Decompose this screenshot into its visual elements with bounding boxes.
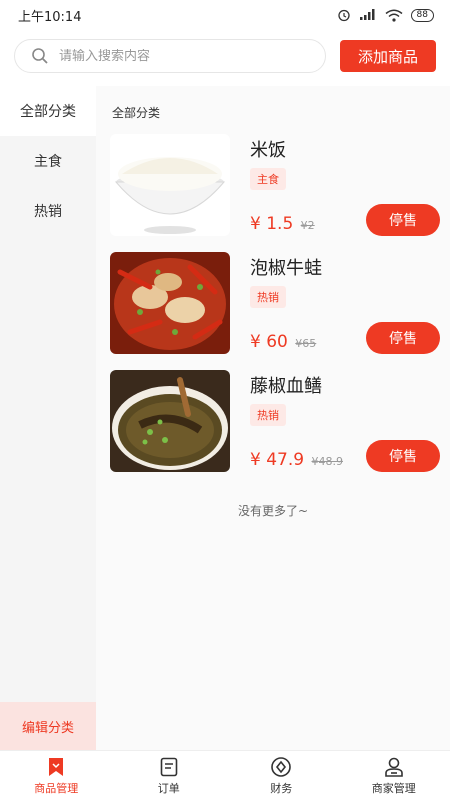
product-tag: 热销 [250,286,286,308]
price-current: ¥ 1.5 [250,214,294,234]
sidebar-item-label: 主食 [34,154,62,170]
tab-product-management[interactable]: 商品管理 [0,751,113,800]
tab-label: 订单 [157,781,180,795]
product-price: ¥ 1.5 ¥2 [250,214,315,234]
stop-sale-button[interactable]: 停售 [366,440,440,472]
battery-icon: 88 [410,8,434,22]
tab-label: 商家管理 [371,781,416,795]
header: 添加商品 [0,30,450,82]
price-original: ¥2 [300,219,315,232]
product-name: 藤椒血鳝 [250,376,322,397]
product-tag: 热销 [250,404,286,426]
price-current: ¥ 47.9 [250,450,305,470]
sidebar-item-label: 全部分类 [20,104,76,120]
bottom-tab-bar: 商品管理 订单 财务 商家管理 [0,750,450,800]
product-name: 泡椒牛蛙 [250,258,322,279]
list-end-note: 没有更多了~ [237,504,309,518]
add-product-button[interactable]: 添加商品 [340,40,436,72]
tab-label: 商品管理 [34,781,79,795]
status-bar: 上午10:14 88 [0,0,450,30]
status-icons: 88 [337,8,434,22]
search-icon [32,48,48,64]
product-name: 米饭 [250,140,286,161]
tab-merchant-management[interactable]: 商家管理 [338,751,450,800]
alarm-icon [337,9,350,22]
product-item[interactable]: 米饭 主食 ¥ 1.5 ¥2 停售 [110,134,440,238]
price-current: ¥ 60 [250,332,288,352]
product-image-rice [110,134,230,236]
product-tag: 主食 [250,168,286,190]
search-input[interactable] [59,48,279,64]
sidebar-item-all[interactable]: 全部分类 [0,86,96,136]
product-image-eel [110,370,230,472]
stop-sale-button[interactable]: 停售 [366,204,440,236]
stop-sale-button[interactable]: 停售 [366,322,440,354]
product-item[interactable]: 泡椒牛蛙 热销 ¥ 60 ¥65 停售 [110,252,440,356]
sidebar-item-label: 热销 [34,204,62,220]
bookmark-icon [49,757,64,776]
sidebar-item-hot[interactable]: 热销 [0,186,96,236]
price-original: ¥48.9 [311,455,343,468]
order-icon [160,757,178,776]
category-sidebar: 全部分类 主食 热销 编辑分类 [0,86,96,750]
merchant-icon [384,757,403,777]
product-list: 全部分类 米饭 主食 ¥ 1.5 ¥2 停售 泡椒牛蛙 热销 ¥ 60 ¥65 … [96,86,450,750]
sidebar-item-staple[interactable]: 主食 [0,136,96,186]
status-time: 上午10:14 [18,9,82,25]
price-original: ¥65 [295,337,317,350]
wifi-icon [385,9,403,22]
finance-icon [271,756,292,777]
signal-icon [359,9,375,20]
content-title: 全部分类 [112,106,161,120]
search-box[interactable] [14,39,326,73]
product-image-frog [110,252,230,354]
tab-finance[interactable]: 财务 [225,751,338,800]
edit-category-button[interactable]: 编辑分类 [0,702,96,750]
tab-label: 财务 [270,781,293,795]
tab-orders[interactable]: 订单 [113,751,226,800]
product-price: ¥ 47.9 ¥48.9 [250,450,343,470]
product-price: ¥ 60 ¥65 [250,332,316,352]
product-item[interactable]: 藤椒血鳝 热销 ¥ 47.9 ¥48.9 停售 [110,370,440,474]
